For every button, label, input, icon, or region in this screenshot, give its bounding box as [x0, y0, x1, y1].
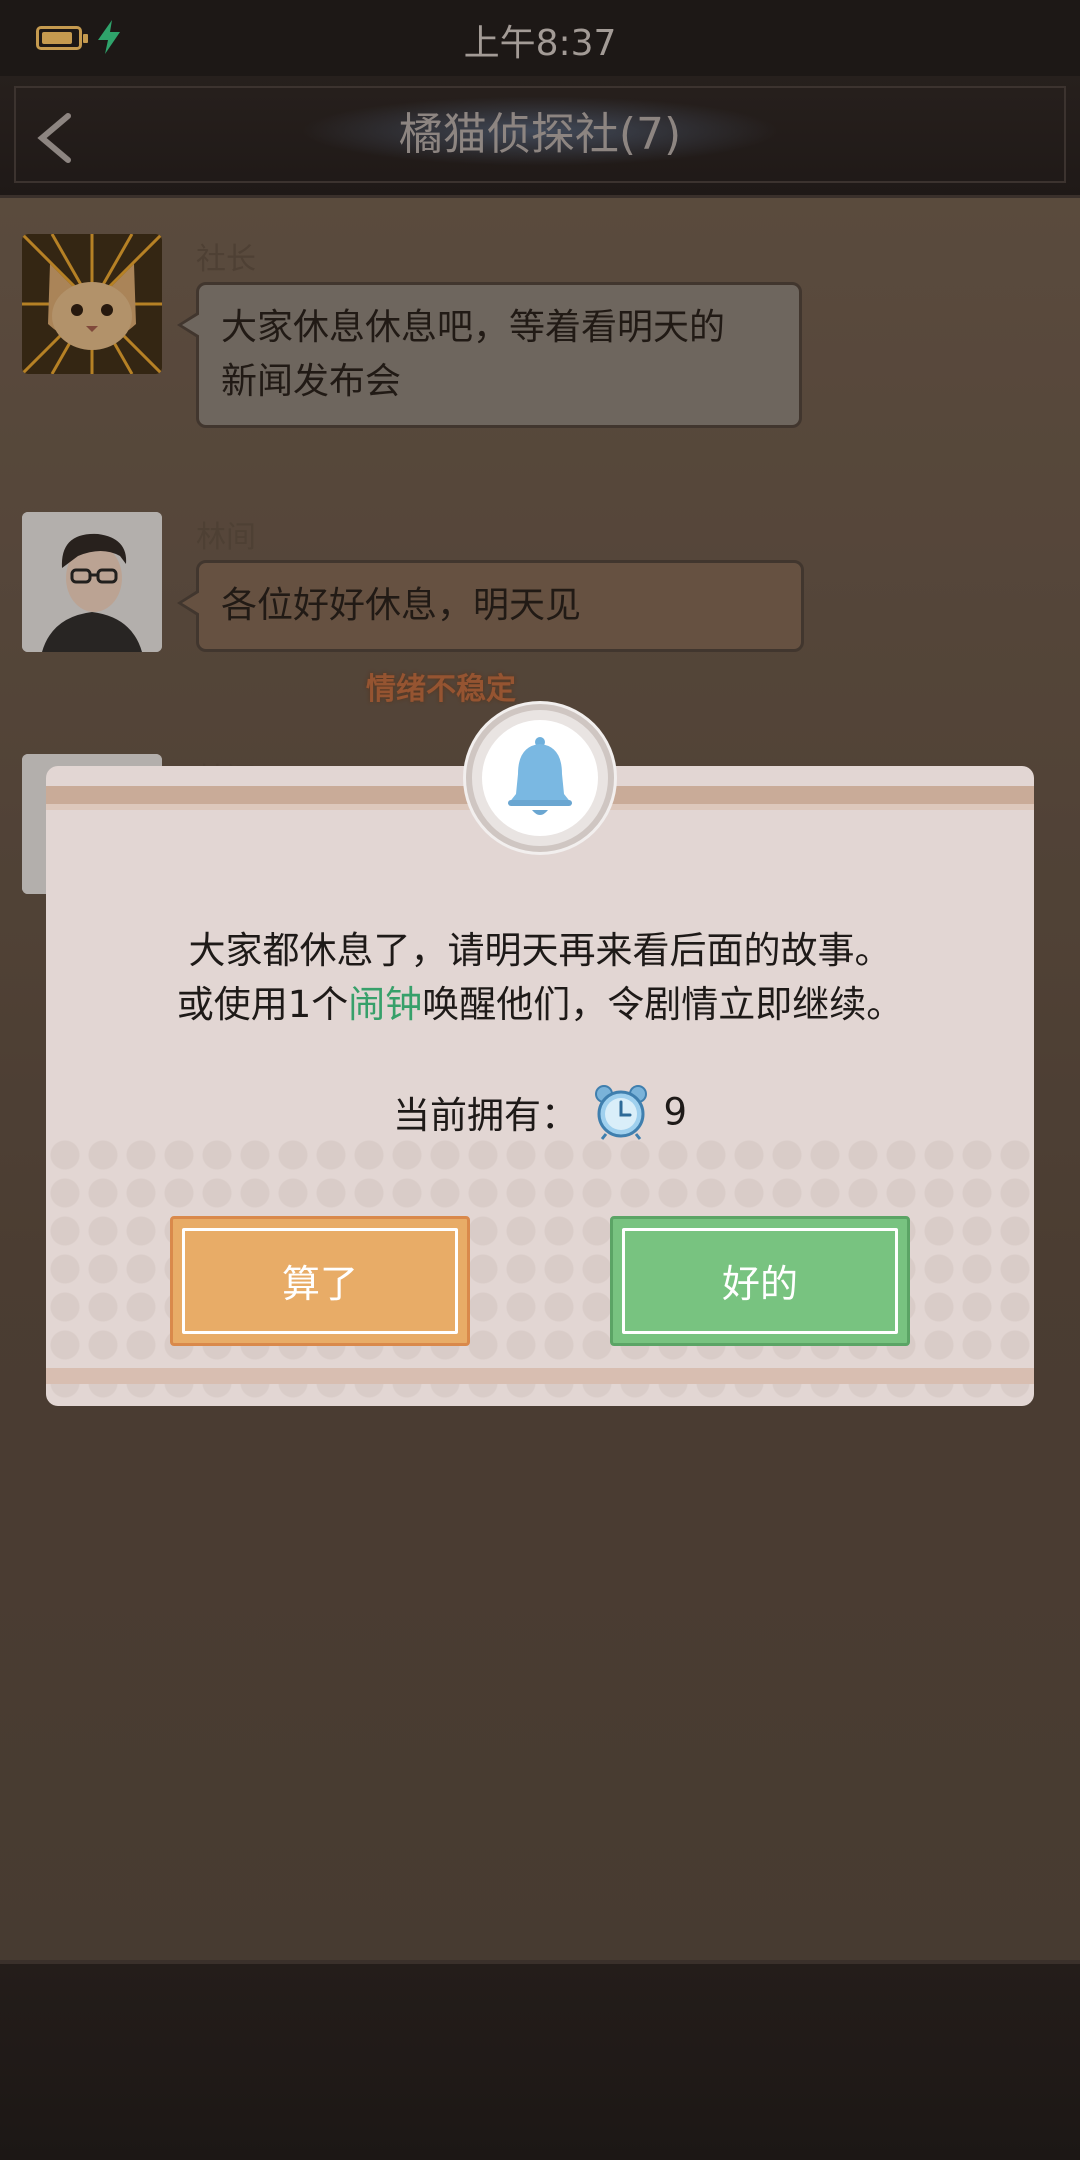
cancel-button-label: 算了 — [281, 1262, 358, 1306]
dialog-line-2: 或使用1个闹钟唤醒他们，令剧情立即继续。 — [176, 983, 904, 1026]
chat-title: 橘猫侦探社(7) — [398, 109, 682, 160]
bell-badge — [466, 704, 614, 852]
owned-label: 当前拥有： — [392, 1094, 578, 1137]
chat-header: 橘猫侦探社(7) — [0, 76, 1080, 198]
alarm-dialog: 大家都休息了，请明天再来看后面的故事。 或使用1个闹钟唤醒他们，令剧情立即继续。… — [46, 766, 1034, 1406]
status-time: 上午8:37 — [463, 23, 617, 64]
status-bar: 上午8:37 — [0, 0, 1080, 76]
alarm-highlight: 闹钟 — [348, 983, 423, 1026]
alarm-clock-icon — [594, 1085, 647, 1140]
bottom-bar — [0, 1960, 1080, 2160]
dialog-line-1: 大家都休息了，请明天再来看后面的故事。 — [188, 929, 892, 972]
owned-count-row: 当前拥有： 9 — [46, 1084, 1034, 1144]
owned-count: 9 — [663, 1090, 688, 1134]
dialog-message: 大家都休息了，请明天再来看后面的故事。 或使用1个闹钟唤醒他们，令剧情立即继续。 — [46, 924, 1034, 1032]
bell-icon — [508, 737, 572, 815]
ok-button-label: 好的 — [721, 1262, 798, 1306]
cancel-button[interactable]: 算了 — [170, 1216, 470, 1346]
ok-button[interactable]: 好的 — [610, 1216, 910, 1346]
